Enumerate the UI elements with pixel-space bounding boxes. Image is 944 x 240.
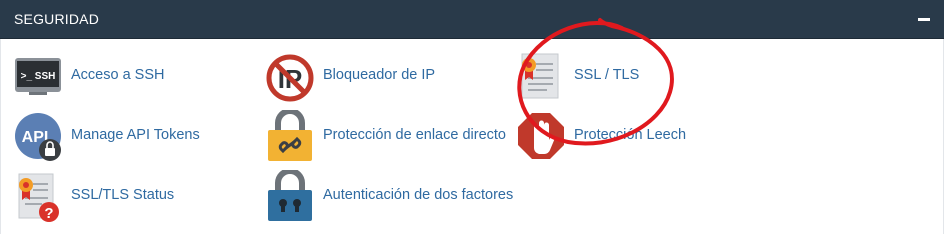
svg-text:?: ? bbox=[44, 205, 53, 222]
api-token-icon: API bbox=[14, 110, 66, 162]
padlock-link-icon bbox=[266, 108, 318, 162]
minus-icon[interactable] bbox=[918, 18, 930, 21]
section-header[interactable]: SEGURIDAD bbox=[0, 0, 944, 39]
section-title: SEGURIDAD bbox=[14, 11, 100, 27]
item-label: Bloqueador de IP bbox=[323, 67, 436, 83]
item-label: SSL / TLS bbox=[574, 67, 640, 83]
item-label: Manage API Tokens bbox=[71, 127, 200, 143]
svg-text:>_ SSH: >_ SSH bbox=[21, 71, 56, 82]
hand-stop-icon bbox=[517, 110, 569, 162]
certificate-icon bbox=[517, 50, 569, 102]
padlock-2fa-icon bbox=[266, 168, 318, 222]
item-label: Acceso a SSH bbox=[71, 67, 165, 83]
terminal-ssh-icon: >_ SSH bbox=[14, 50, 66, 102]
certificate-warning-icon: ? bbox=[14, 170, 66, 222]
item-label: Autenticación de dos factores bbox=[323, 187, 514, 203]
ip-blocker-icon: IP bbox=[266, 50, 318, 102]
item-label: SSL/TLS Status bbox=[71, 187, 175, 203]
item-label: Protección de enlace directo bbox=[323, 127, 506, 143]
item-label: Protección Leech bbox=[574, 127, 687, 143]
